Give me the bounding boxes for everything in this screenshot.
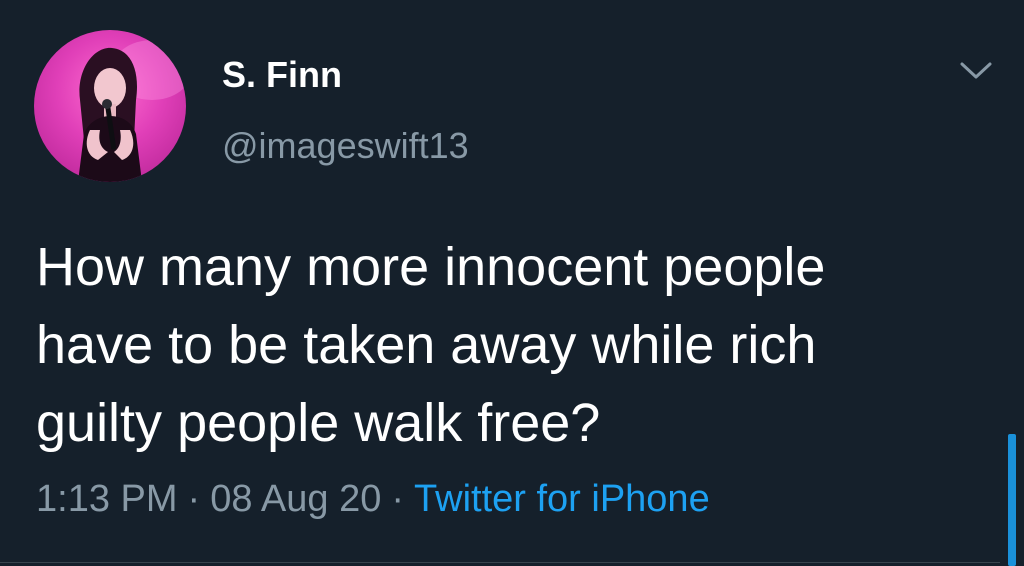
tweet-date[interactable]: 08 Aug 20: [210, 478, 381, 520]
meta-separator: ·: [187, 478, 201, 520]
tweet-source-link[interactable]: Twitter for iPhone: [414, 478, 710, 520]
tweet-meta: 1:13 PM · 08 Aug 20 · Twitter for iPhone: [36, 478, 710, 521]
avatar[interactable]: [34, 30, 186, 182]
avatar-photo: [78, 40, 186, 182]
author-display-name[interactable]: S. Finn: [222, 54, 342, 96]
scrollbar[interactable]: [1008, 434, 1016, 566]
tweet-text-line: have to be taken away while rich: [36, 315, 817, 375]
tweet-text-line: How many more innocent people: [36, 237, 826, 297]
meta-separator: ·: [391, 478, 405, 520]
tweet-time[interactable]: 1:13 PM: [36, 478, 178, 520]
chevron-down-icon[interactable]: [958, 58, 994, 82]
divider: [0, 562, 1000, 563]
tweet-text: How many more innocent people have to be…: [36, 228, 986, 462]
author-handle[interactable]: @imageswift13: [222, 125, 469, 167]
tweet-text-line: guilty people walk free?: [36, 393, 601, 453]
tweet-card: S. Finn @imageswift13 How many more inno…: [0, 0, 1024, 566]
